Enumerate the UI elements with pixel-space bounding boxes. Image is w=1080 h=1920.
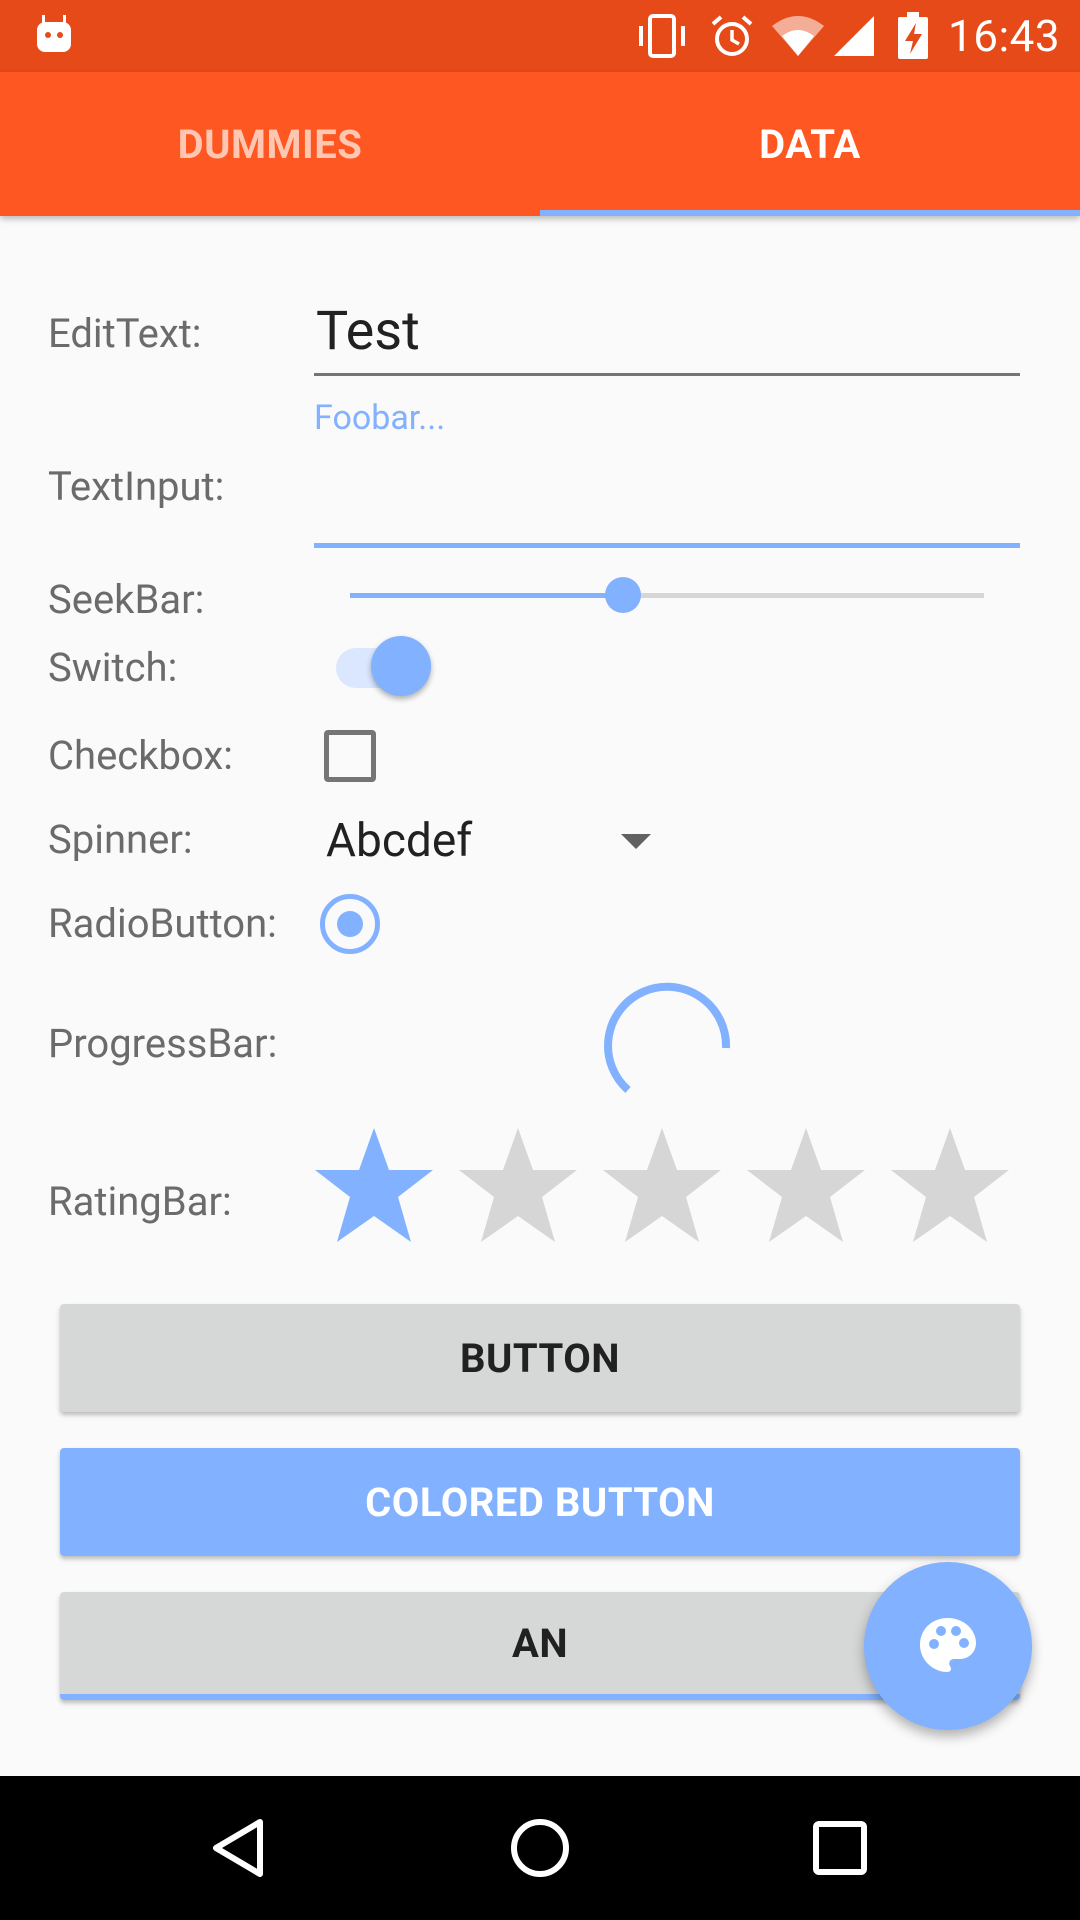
progressbar-label: ProgressBar: bbox=[48, 1020, 278, 1067]
star-icon[interactable] bbox=[744, 1124, 868, 1248]
radio-button[interactable] bbox=[320, 894, 380, 954]
back-icon[interactable] bbox=[204, 1812, 276, 1884]
spinner-label: Spinner: bbox=[48, 816, 193, 863]
palette-fab[interactable] bbox=[864, 1562, 1032, 1730]
colored-button[interactable]: COLORED BUTTON bbox=[60, 1448, 1020, 1556]
android-debug-icon bbox=[37, 15, 71, 52]
ratingbar-label: RatingBar: bbox=[48, 1178, 232, 1225]
star-icon[interactable] bbox=[312, 1124, 436, 1248]
textinput-field[interactable] bbox=[314, 448, 1020, 548]
seekbar-progress bbox=[350, 593, 623, 598]
textinput-label: TextInput: bbox=[48, 463, 225, 510]
tab-indicator bbox=[540, 210, 1080, 216]
status-clock: 16:43 bbox=[948, 10, 1061, 62]
dropdown-arrow-icon bbox=[621, 834, 651, 849]
seekbar-label: SeekBar: bbox=[48, 576, 205, 623]
cell-signal-icon bbox=[834, 16, 874, 56]
switch-thumb[interactable] bbox=[371, 636, 431, 696]
alarm-icon bbox=[711, 15, 753, 56]
seekbar-thumb[interactable] bbox=[605, 577, 641, 613]
star-icon[interactable] bbox=[456, 1124, 580, 1248]
spinner[interactable]: Abcdef bbox=[326, 810, 666, 870]
recents-icon[interactable] bbox=[804, 1812, 876, 1884]
star-icon[interactable] bbox=[600, 1124, 724, 1248]
wifi-icon bbox=[772, 16, 824, 56]
radiobutton-label: RadioButton: bbox=[48, 900, 277, 947]
status-bar: 16:43 bbox=[0, 0, 1080, 72]
navigation-bar bbox=[0, 1776, 1080, 1920]
tab-dummies[interactable]: DUMMIES bbox=[0, 72, 540, 216]
vibrate-icon bbox=[639, 14, 685, 58]
switch-label: Switch: bbox=[48, 644, 178, 691]
edittext-field[interactable]: Test bbox=[314, 296, 1020, 376]
checkbox-label: Checkbox: bbox=[48, 732, 233, 779]
tab-bar: DUMMIES DATA bbox=[0, 72, 1080, 216]
spinner-selected-value: Abcdef bbox=[326, 814, 473, 868]
seekbar[interactable] bbox=[350, 577, 984, 613]
edittext-label: EditText: bbox=[48, 310, 202, 357]
palette-icon bbox=[920, 1618, 976, 1672]
rating-bar[interactable] bbox=[312, 1124, 1032, 1252]
battery-charging-icon bbox=[898, 12, 928, 59]
home-icon[interactable] bbox=[504, 1812, 576, 1884]
checkbox[interactable] bbox=[324, 730, 376, 782]
tab-data[interactable]: DATA bbox=[540, 72, 1080, 216]
star-icon[interactable] bbox=[888, 1124, 1012, 1248]
textinput-floating-hint: Foobar... bbox=[314, 398, 446, 438]
radio-dot bbox=[337, 911, 363, 937]
button[interactable]: BUTTON bbox=[60, 1304, 1020, 1412]
progress-spinner bbox=[604, 982, 731, 1093]
